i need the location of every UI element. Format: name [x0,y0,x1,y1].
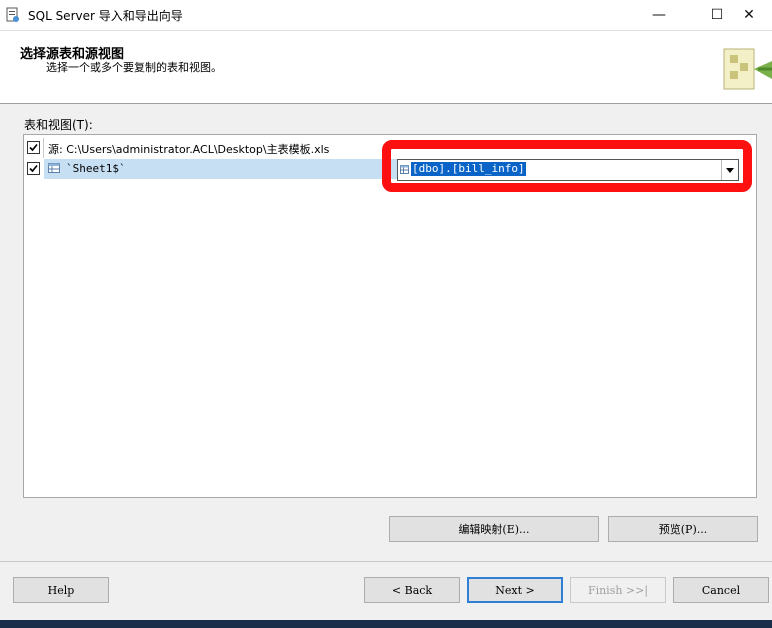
footer-divider [0,561,772,562]
checkmark-icon [29,143,38,152]
cancel-button[interactable]: Cancel [673,577,769,603]
tables-label: 表和视图(T): [24,118,93,132]
finish-button: Finish >>| [570,577,666,603]
preview-button[interactable]: 预览(P)... [608,516,758,542]
table-row-checkbox[interactable] [27,162,40,175]
edit-mapping-button[interactable]: 编辑映射(E)... [389,516,599,542]
checkmark-icon [29,164,38,173]
back-button[interactable]: < Back [364,577,460,603]
minimize-icon: — [652,7,666,23]
next-button[interactable]: Next > [467,577,563,603]
source-path: 源: C:\Users\administrator.ACL\Desktop\主表… [48,143,330,156]
wizard-app-icon [6,7,19,22]
taskbar-strip [0,620,772,628]
wizard-header: 选择源表和源视图 选择一个或多个要复制的表和视图。 [0,31,772,104]
table-icon [48,163,60,173]
page-subtitle: 选择一个或多个要复制的表和视图。 [46,61,222,74]
source-table-cell[interactable]: `Sheet1$` [44,159,400,179]
close-button[interactable]: ✕ [726,0,772,30]
source-checkbox[interactable] [27,141,40,154]
maximize-icon: ☐ [710,7,724,23]
window-title: SQL Server 导入和导出向导 [28,9,183,23]
wizard-logo-icon [723,48,772,90]
minimize-button[interactable]: — [636,0,682,30]
column-divider [43,138,44,158]
close-icon: ✕ [743,7,755,23]
title-bar: SQL Server 导入和导出向导 — ☐ ✕ [0,0,772,31]
annotation-highlight [382,140,752,192]
source-table-name: `Sheet1$` [66,162,126,175]
help-button[interactable]: Help [13,577,109,603]
